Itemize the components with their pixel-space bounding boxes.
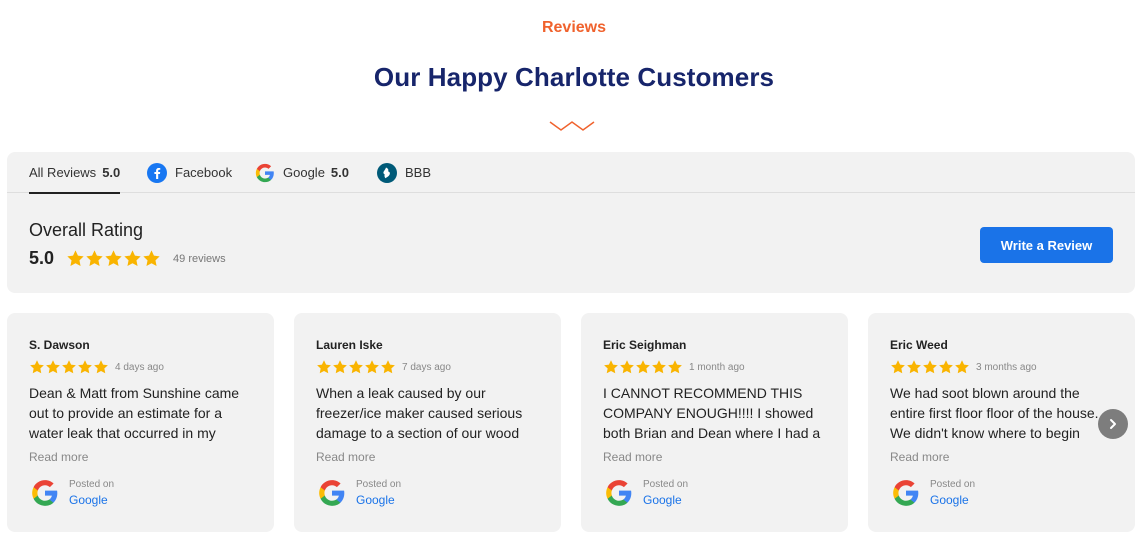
reviewer-name: Eric Weed [890,338,948,352]
posted-on-label: Posted on [69,479,115,490]
review-card: Eric Seighman 1 month ago I CANNOT RECOM… [581,313,848,532]
posted-on-label: Posted on [930,479,976,490]
read-more-link[interactable]: Read more [316,450,375,464]
star-icon [94,360,108,374]
star-icon [939,360,953,374]
star-icon [30,360,44,374]
review-text: We had soot blown around the entire firs… [890,385,1099,441]
posted-on-label: Posted on [643,479,689,490]
tab-label: All Reviews [29,165,97,180]
star-icon [317,360,331,374]
reviewer-name: Lauren Iske [316,338,383,352]
star-rating [890,359,970,375]
tab-label: BBB [405,165,432,180]
facebook-icon [147,162,167,183]
star-rating [316,359,396,375]
review-card: Lauren Iske 7 days ago When a leak cause… [294,313,561,532]
tab-facebook[interactable]: Facebook [147,152,232,193]
star-icon [365,360,379,374]
google-icon [892,479,920,507]
star-icon [124,250,141,266]
tab-label: Facebook [175,165,233,180]
star-icon [333,360,347,374]
posted-on-label: Posted on [356,479,402,490]
review-rating: 1 month ago [603,359,745,375]
google-icon [255,163,275,183]
review-date: 7 days ago [402,361,451,373]
review-source-link[interactable]: Google [69,493,108,507]
review-source-link[interactable]: Google [356,493,395,507]
star-icon [668,360,682,374]
star-icon [652,360,666,374]
star-icon [349,360,363,374]
star-icon [620,360,634,374]
star-rating [66,249,161,268]
overall-rating-label: Overall Rating [29,220,144,240]
star-icon [67,250,84,266]
star-icon [86,250,103,266]
review-date: 3 months ago [976,361,1037,373]
review-source-link[interactable]: Google [643,493,682,507]
star-icon [923,360,937,374]
review-card: Eric Weed 3 months ago We had soot blown… [868,313,1135,532]
star-icon [105,250,122,266]
section-eyebrow: Reviews [541,19,607,36]
review-date: 4 days ago [115,361,164,373]
reviewer-name: S. Dawson [29,338,90,352]
google-icon [31,479,59,507]
zigzag-divider-icon [549,121,595,131]
tab-score: 5.0 [102,165,121,180]
star-icon [891,360,905,374]
review-rating: 7 days ago [316,359,451,375]
tab-google[interactable]: Google 5.0 [255,152,349,193]
chevron-right-icon [1110,419,1116,429]
section-title: Our Happy Charlotte Customers [373,62,775,92]
tab-score: 5.0 [330,165,349,180]
tab-all-reviews[interactable]: All Reviews 5.0 [29,152,121,194]
star-icon [636,360,650,374]
star-icon [955,360,969,374]
star-icon [604,360,618,374]
review-card: S. Dawson 4 days ago Dean & Matt from Su… [7,313,274,532]
review-date: 1 month ago [689,361,745,373]
bbb-icon [377,162,397,183]
next-reviews-button[interactable] [1098,409,1128,439]
read-more-link[interactable]: Read more [603,450,662,464]
tab-bbb[interactable]: BBB [377,152,431,193]
write-review-button[interactable]: Write a Review [980,227,1113,263]
review-text: When a leak caused by our freezer/ice ma… [316,385,523,441]
reviewer-name: Eric Seighman [603,338,687,352]
star-icon [46,360,60,374]
star-icon [381,360,395,374]
google-icon [605,479,633,507]
review-source-link[interactable]: Google [930,493,969,507]
star-icon [907,360,921,374]
review-text: I CANNOT RECOMMEND THIS COMPANY ENOUGH!!… [603,385,821,441]
review-count: 49 reviews [173,252,226,265]
review-text: Dean & Matt from Sunshine came out to pr… [29,385,240,441]
google-icon [318,479,346,507]
read-more-link[interactable]: Read more [29,450,88,464]
star-icon [78,360,92,374]
review-rating: 4 days ago [29,359,164,375]
rating-summary-panel: All Reviews 5.0 Facebook Google 5.0 BBB … [7,152,1135,293]
read-more-link[interactable]: Read more [890,450,949,464]
overall-rating: 5.0 49 reviews [29,248,226,269]
star-icon [143,250,160,266]
review-rating: 3 months ago [890,359,1037,375]
star-icon [62,360,76,374]
review-source-tabs: All Reviews 5.0 Facebook Google 5.0 BBB [7,152,1135,194]
star-rating [603,359,683,375]
tab-label: Google [283,165,325,180]
overall-score: 5.0 [29,248,55,268]
star-rating [29,359,109,375]
